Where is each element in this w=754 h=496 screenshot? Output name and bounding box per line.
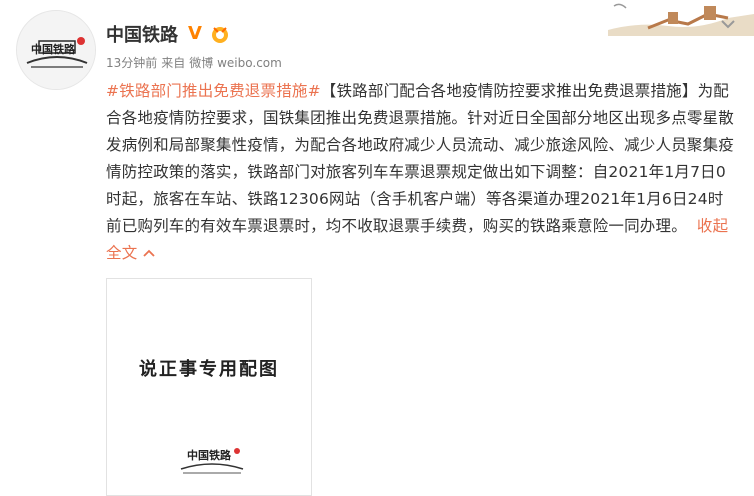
topic-link[interactable]: #铁路部门推出免费退票措施# <box>106 82 321 100</box>
account-header: 中国铁路 V <box>106 20 230 48</box>
post-image[interactable]: 说正事专用配图 中国铁路 <box>106 278 312 496</box>
post-meta: 13分钟前 来自 微博 weibo.com <box>106 54 282 71</box>
source-prefix: 来自 <box>161 56 186 70</box>
image-logo-text: 中国铁路 <box>187 449 231 462</box>
fan-medal-icon[interactable] <box>210 24 230 44</box>
chevron-up-icon[interactable] <box>143 240 156 267</box>
avatar-logo-text: 中国铁路 <box>31 43 75 56</box>
post-time[interactable]: 13分钟前 <box>106 54 157 71</box>
account-name[interactable]: 中国铁路 <box>106 21 178 47</box>
chevron-down-icon[interactable] <box>718 14 738 34</box>
account-avatar[interactable]: 中国铁路 <box>16 10 96 90</box>
post-source[interactable]: 微博 weibo.com <box>189 54 282 71</box>
weibo-post-card: 中国铁路 中国铁路 V 13分钟前 来自 微博 weibo.com #铁路部门推… <box>0 0 754 496</box>
post-text: #铁路部门推出免费退票措施#【铁路部门配合各地疫情防控要求推出免费退票措施】为配… <box>106 78 734 267</box>
image-caption: 说正事专用配图 <box>139 359 279 380</box>
post-body: 【铁路部门配合各地疫情防控要求推出免费退票措施】为配合各地疫情防控要求，国铁集团… <box>106 82 735 235</box>
verified-v-icon: V <box>184 23 206 45</box>
